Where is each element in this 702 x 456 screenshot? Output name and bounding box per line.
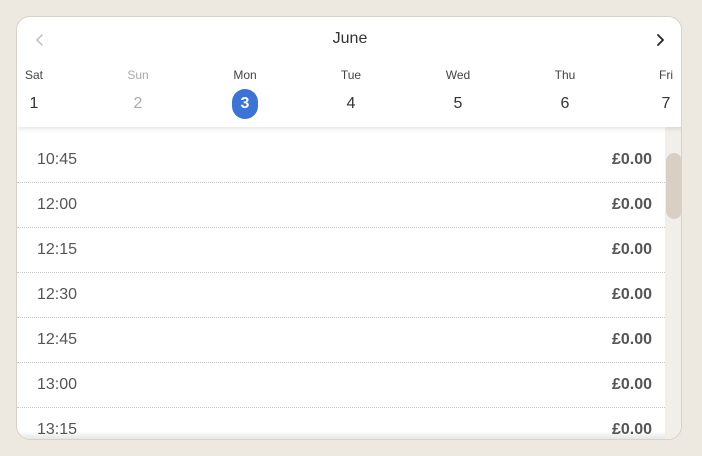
day-number: 4 (346, 95, 356, 112)
slot-time: 12:15 (37, 241, 78, 258)
day-name: Fri (659, 68, 673, 82)
slot-time: 13:00 (37, 376, 78, 393)
scrollbar-thumb[interactable] (666, 153, 681, 219)
day-number: 6 (560, 95, 570, 112)
slot-price: £0.00 (611, 331, 652, 348)
month-title: June (332, 30, 368, 47)
slot-price: £0.00 (611, 286, 652, 303)
day-number: 5 (453, 95, 463, 112)
day-name: Wed (445, 68, 471, 82)
next-month-button[interactable] (645, 25, 675, 55)
slot-price: £0.00 (611, 376, 652, 393)
slot-price: £0.00 (611, 241, 652, 258)
time-slot-row[interactable]: 12:45 £0.00 (17, 318, 665, 363)
day-number: 7 (661, 95, 671, 112)
day-fri[interactable]: Fri 7 (641, 67, 681, 119)
time-slot-list: 10:45 £0.00 12:00 £0.00 12:15 £0.00 12:3… (17, 138, 665, 439)
day-name: Mon (233, 68, 257, 82)
slot-price: £0.00 (611, 196, 652, 213)
day-sat[interactable]: Sat 1 (17, 67, 59, 119)
booking-calendar-card: June Sat 1 Sun 2 Mon 3 Tue 4 Wed 5 Thu 6… (16, 16, 682, 440)
day-tue[interactable]: Tue 4 (326, 67, 376, 119)
day-name: Thu (554, 68, 576, 82)
day-mon[interactable]: Mon 3 (220, 67, 270, 119)
day-thu[interactable]: Thu 6 (540, 67, 590, 119)
day-number: 3 (232, 89, 258, 119)
day-wed[interactable]: Wed 5 (433, 67, 483, 119)
slot-price: £0.00 (611, 151, 652, 168)
slot-time: 12:45 (37, 331, 78, 348)
time-slot-row[interactable]: 12:00 £0.00 (17, 183, 665, 228)
list-fade (17, 431, 665, 439)
chevron-right-icon (657, 34, 664, 46)
day-number: 1 (29, 95, 39, 112)
scrollbar-track[interactable] (665, 127, 681, 439)
day-sun[interactable]: Sun 2 (113, 67, 163, 119)
slot-time: 12:00 (37, 196, 78, 213)
time-slot-row[interactable]: 13:00 £0.00 (17, 363, 665, 408)
slot-time: 10:45 (37, 151, 78, 168)
slot-time: 12:30 (37, 286, 78, 303)
day-number: 2 (133, 95, 143, 112)
time-slot-row[interactable]: 12:15 £0.00 (17, 228, 665, 273)
calendar-header: June Sat 1 Sun 2 Mon 3 Tue 4 Wed 5 Thu 6… (17, 17, 681, 127)
time-slot-row[interactable]: 12:30 £0.00 (17, 273, 665, 318)
time-slot-row[interactable]: 10:45 £0.00 (17, 138, 665, 183)
day-name: Sun (127, 68, 149, 82)
day-name: Tue (340, 68, 362, 82)
day-name: Sat (24, 68, 43, 82)
